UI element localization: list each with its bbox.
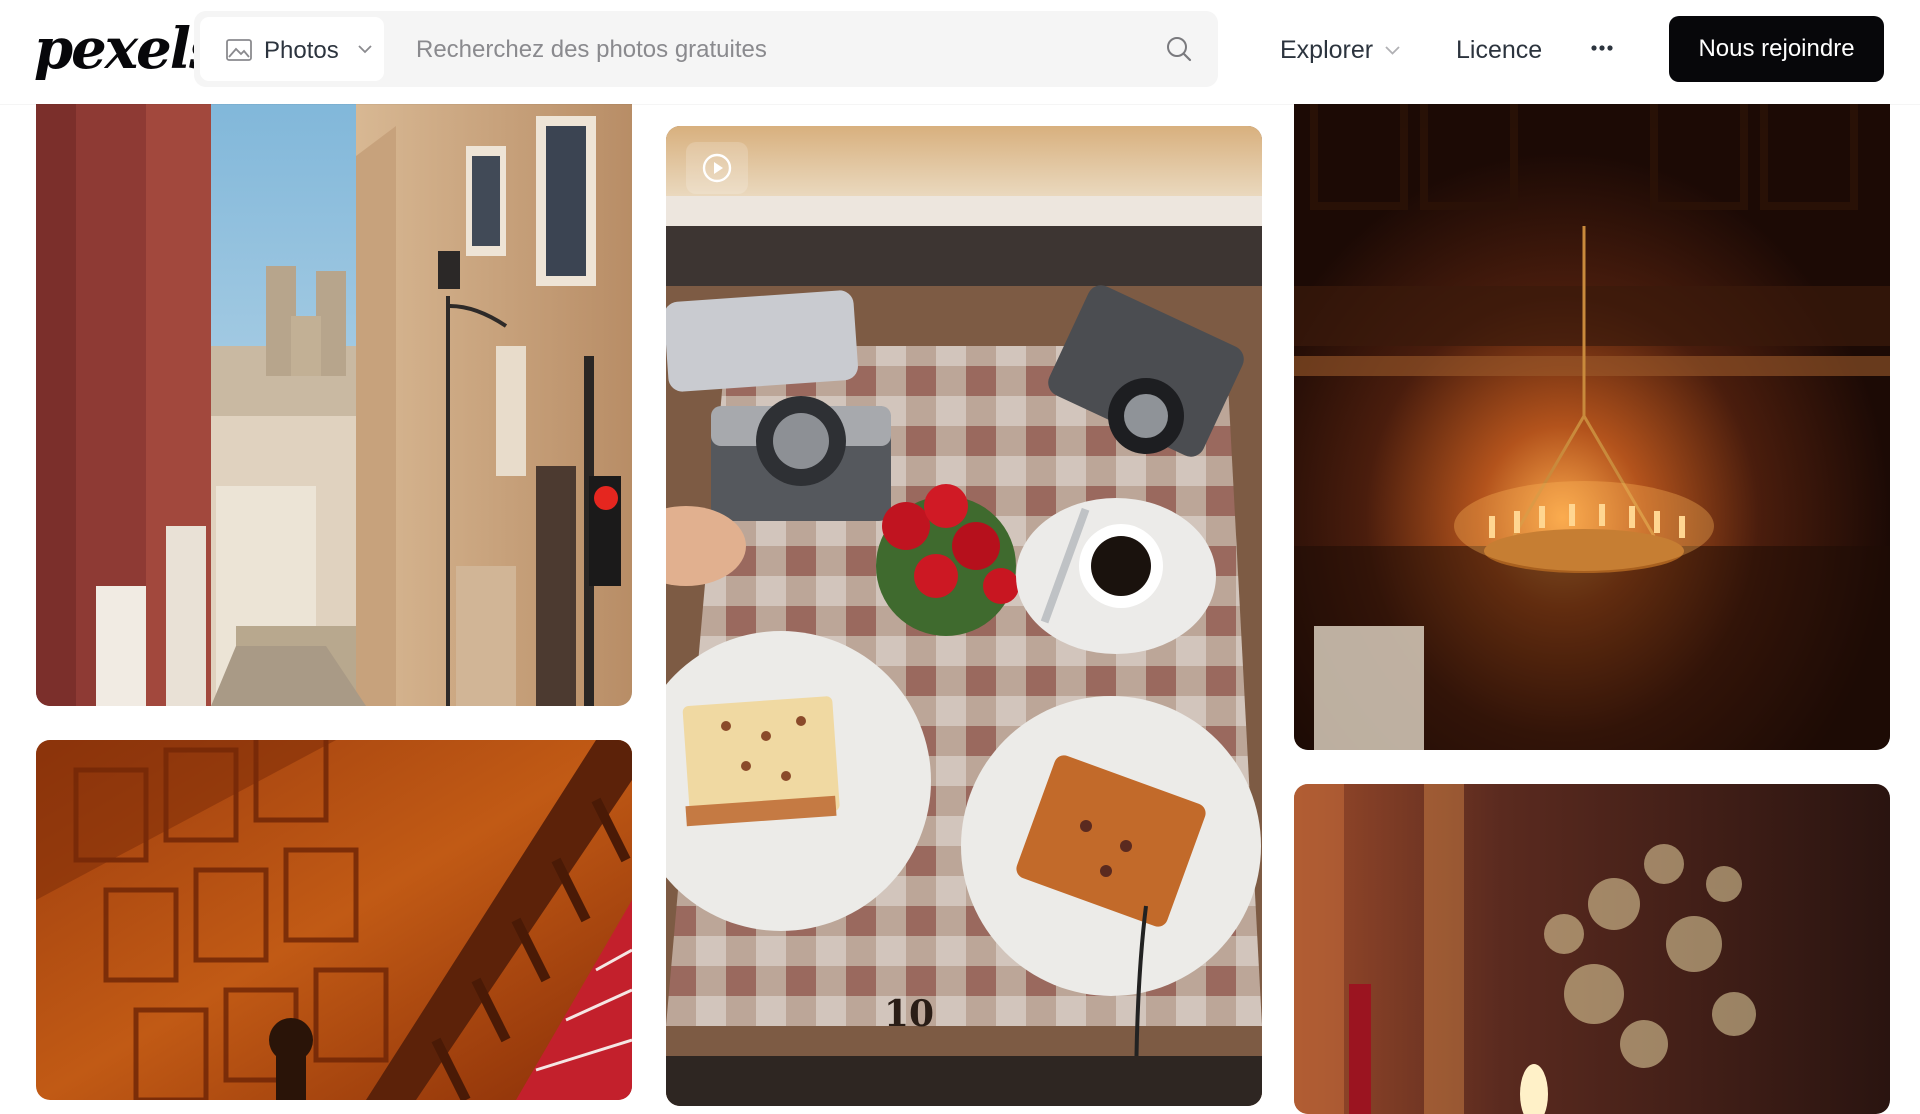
nav-licence[interactable]: Licence [1456,34,1542,66]
photo-chandelier[interactable] [1294,86,1890,750]
more-dots-icon[interactable] [1588,36,1616,60]
image-icon [226,39,252,61]
chevron-down-icon [1385,45,1400,55]
photo-cafe-table[interactable]: 10 [666,126,1262,1106]
nav-explorer[interactable]: Explorer [1280,34,1400,66]
video-play-icon [702,153,732,183]
search-icon[interactable] [1166,36,1192,62]
pexels-logo[interactable]: pexels [34,16,221,82]
table-number: 10 [884,993,934,1035]
photo-street-alley[interactable] [36,86,632,706]
chevron-down-icon [358,45,372,54]
search-bar: Photos [194,11,1218,87]
chandelier-image [1294,86,1890,750]
join-button[interactable]: Nous rejoindre [1669,16,1884,82]
nav-explorer-label: Explorer [1280,35,1374,64]
top-header: pexels Photos Explorer Licence Nous rejo [0,0,1920,104]
search-input[interactable] [414,29,1118,71]
cafe-table-image: 10 [666,126,1262,1106]
photo-candle-bokeh[interactable] [1294,784,1890,1114]
media-type-label: Photos [264,37,339,64]
candle-bokeh-image [1294,784,1890,1114]
video-badge [686,142,748,194]
wooden-staircase-image [36,740,632,1100]
photo-wooden-staircase[interactable] [36,740,632,1100]
media-type-select[interactable]: Photos [200,17,384,81]
street-alley-image [36,86,632,706]
